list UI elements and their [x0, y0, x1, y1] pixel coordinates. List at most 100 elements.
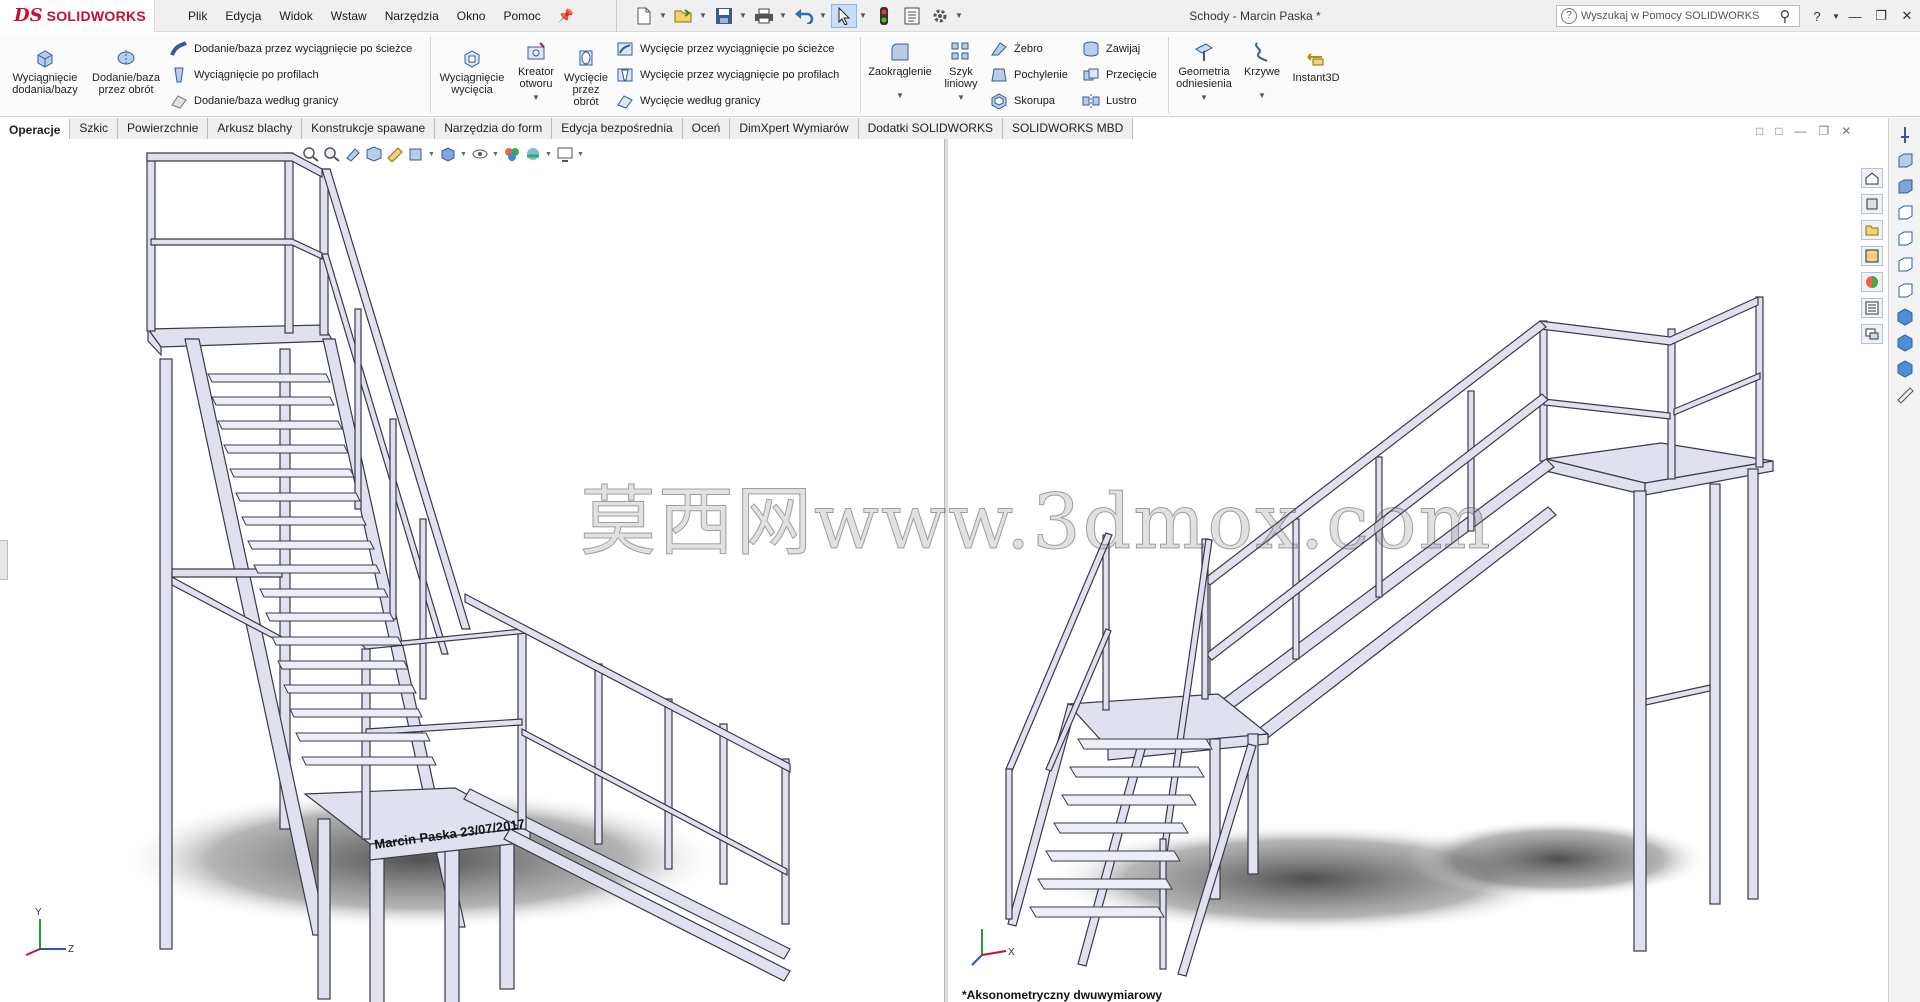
- right-view-icon[interactable]: [1896, 230, 1914, 248]
- forum-icon[interactable]: [1861, 324, 1883, 344]
- options-dropdown-icon[interactable]: ▼: [955, 11, 965, 20]
- help-menu-dropdown-icon[interactable]: ▼: [1830, 12, 1842, 21]
- reference-geometry-button[interactable]: Geometria odniesienia ▼: [1172, 41, 1236, 104]
- reference-geometry-dropdown-icon[interactable]: ▼: [1172, 92, 1236, 104]
- hide-show-items-icon[interactable]: [471, 146, 489, 162]
- tab-dimxpert[interactable]: DimXpert Wymiarów: [730, 118, 859, 139]
- edit-appearance-icon[interactable]: [503, 146, 521, 162]
- left-view-icon[interactable]: [1896, 204, 1914, 222]
- back-view-icon[interactable]: [1896, 178, 1914, 196]
- undo-icon[interactable]: [791, 4, 817, 28]
- extruded-cut-button[interactable]: Wyciągnięcie wycięcia: [436, 47, 508, 96]
- open-file-icon[interactable]: [671, 4, 697, 28]
- help-search-input[interactable]: ? Wyszukaj w Pomocy SOLIDWORKS ⚲: [1556, 5, 1800, 27]
- top-view-icon[interactable]: [1896, 256, 1914, 274]
- revolved-cut-button[interactable]: Wycięcie przez obrót: [562, 47, 610, 108]
- tab-sketch[interactable]: Szkic: [70, 118, 119, 139]
- restore-icon[interactable]: ❐: [1868, 8, 1894, 24]
- minimize-icon[interactable]: —: [1842, 9, 1868, 24]
- fillet-dropdown-icon[interactable]: ▼: [864, 90, 936, 102]
- linear-pattern-button[interactable]: Szyk liniowy ▼: [938, 41, 984, 104]
- design-library-icon[interactable]: [1861, 194, 1883, 214]
- select-icon[interactable]: [830, 3, 857, 28]
- instant3d-button[interactable]: Instant3D: [1288, 47, 1344, 84]
- select-dropdown-icon[interactable]: ▼: [859, 11, 869, 20]
- pin-view-icon[interactable]: [1896, 126, 1914, 144]
- graphics-area-left[interactable]: Marcin Paska 23/07/2017 Y Z: [0, 139, 944, 1002]
- isometric-view-icon[interactable]: [1896, 308, 1914, 326]
- menu-file[interactable]: Plik: [179, 0, 216, 32]
- rebuild-icon[interactable]: [871, 4, 897, 28]
- front-view-icon[interactable]: [1896, 152, 1914, 170]
- file-explorer-icon[interactable]: [1861, 220, 1883, 240]
- solidworks-logo[interactable]: DS SOLIDWORKS: [0, 0, 155, 32]
- measure-icon[interactable]: [1896, 386, 1914, 404]
- boundary-cut-button[interactable]: Wycięcie według granicy: [616, 93, 760, 109]
- search-icon[interactable]: ⚲: [1771, 7, 1799, 25]
- tab-mold-tools[interactable]: Narzędzia do form: [435, 118, 553, 139]
- section-view-icon[interactable]: [365, 146, 383, 162]
- view-orientation-icon[interactable]: [407, 146, 425, 162]
- graphics-area-right[interactable]: X: [948, 139, 1888, 1002]
- boundary-boss-button[interactable]: Dodanie/baza według granicy: [170, 93, 338, 109]
- curves-dropdown-icon[interactable]: ▼: [1240, 90, 1284, 102]
- swept-cut-button[interactable]: Wycięcie przez wyciągnięcie po ścieżce: [616, 41, 834, 57]
- curves-button[interactable]: Krzywe ▼: [1240, 41, 1284, 102]
- undo-dropdown-icon[interactable]: ▼: [819, 11, 829, 20]
- zoom-to-area-icon[interactable]: [323, 146, 341, 162]
- viewport-restore-icon[interactable]: ❐: [1819, 124, 1830, 138]
- close-icon[interactable]: ✕: [1894, 8, 1920, 24]
- viewport-close-icon[interactable]: ✕: [1841, 124, 1851, 138]
- lofted-boss-button[interactable]: Wyciągnięcie po profilach: [170, 67, 319, 83]
- draft-button[interactable]: Pochylenie: [990, 67, 1068, 83]
- zoom-to-fit-icon[interactable]: [302, 146, 320, 162]
- appearances-icon[interactable]: [1861, 272, 1883, 292]
- trimetric-view-icon[interactable]: [1896, 334, 1914, 352]
- tab-evaluate[interactable]: Oceń: [683, 118, 731, 139]
- feature-manager-collapse-handle[interactable]: [0, 540, 8, 580]
- save-icon[interactable]: [711, 4, 737, 28]
- new-file-dropdown-icon[interactable]: ▼: [659, 11, 669, 20]
- print-dropdown-icon[interactable]: ▼: [779, 11, 789, 20]
- previous-view-icon[interactable]: [344, 146, 362, 162]
- help-menu-icon[interactable]: ?: [1804, 9, 1830, 24]
- custom-properties-icon[interactable]: [1861, 298, 1883, 318]
- tab-weldments[interactable]: Konstrukcje spawane: [302, 118, 436, 139]
- linear-pattern-dropdown-icon[interactable]: ▼: [938, 92, 984, 104]
- new-file-icon[interactable]: [631, 4, 657, 28]
- options-icon[interactable]: [927, 4, 953, 28]
- view-settings-dropdown-icon[interactable]: ▼: [577, 151, 585, 158]
- mirror-button[interactable]: Lustro: [1082, 93, 1137, 109]
- extrude-boss-button[interactable]: Wyciągnięcie dodania/bazy: [6, 47, 84, 96]
- tab-direct-editing[interactable]: Edycja bezpośrednia: [552, 118, 683, 139]
- swept-boss-button[interactable]: Dodanie/baza przez wyciągnięcie po ścież…: [170, 41, 412, 57]
- menu-insert[interactable]: Wstaw: [322, 0, 376, 32]
- menu-window[interactable]: Okno: [448, 0, 495, 32]
- viewport-minimize-icon[interactable]: —: [1795, 124, 1807, 138]
- menu-view[interactable]: Widok: [270, 0, 321, 32]
- view-palette-icon[interactable]: [1861, 246, 1883, 266]
- dimetric-view-icon[interactable]: [1896, 360, 1914, 378]
- hide-show-dropdown-icon[interactable]: ▼: [492, 151, 500, 158]
- home-icon[interactable]: [1861, 168, 1883, 188]
- tab-features[interactable]: Operacje: [0, 118, 71, 139]
- hole-wizard-button[interactable]: Kreator otworu ▼: [510, 41, 562, 104]
- print-icon[interactable]: [751, 4, 777, 28]
- display-style-icon[interactable]: [439, 146, 457, 162]
- rib-button[interactable]: Żebro: [990, 41, 1043, 57]
- view-orientation-dropdown-icon[interactable]: ▼: [428, 151, 436, 158]
- viewport-next-icon[interactable]: □: [1775, 124, 1782, 138]
- bottom-view-icon[interactable]: [1896, 282, 1914, 300]
- menu-help[interactable]: Pomoc: [494, 0, 549, 32]
- display-style-dropdown-icon[interactable]: ▼: [460, 151, 468, 158]
- shell-button[interactable]: Skorupa: [990, 93, 1055, 109]
- wrap-button[interactable]: Zawijaj: [1082, 41, 1140, 57]
- save-dropdown-icon[interactable]: ▼: [739, 11, 749, 20]
- file-properties-icon[interactable]: [899, 4, 925, 28]
- fillet-button[interactable]: Zaokrąglenie ▼: [864, 41, 936, 102]
- menu-edit[interactable]: Edycja: [216, 0, 270, 32]
- apply-scene-dropdown-icon[interactable]: ▼: [545, 151, 553, 158]
- dynamic-annotation-icon[interactable]: [386, 146, 404, 162]
- open-file-dropdown-icon[interactable]: ▼: [699, 11, 709, 20]
- pin-icon[interactable]: 📌: [558, 8, 574, 24]
